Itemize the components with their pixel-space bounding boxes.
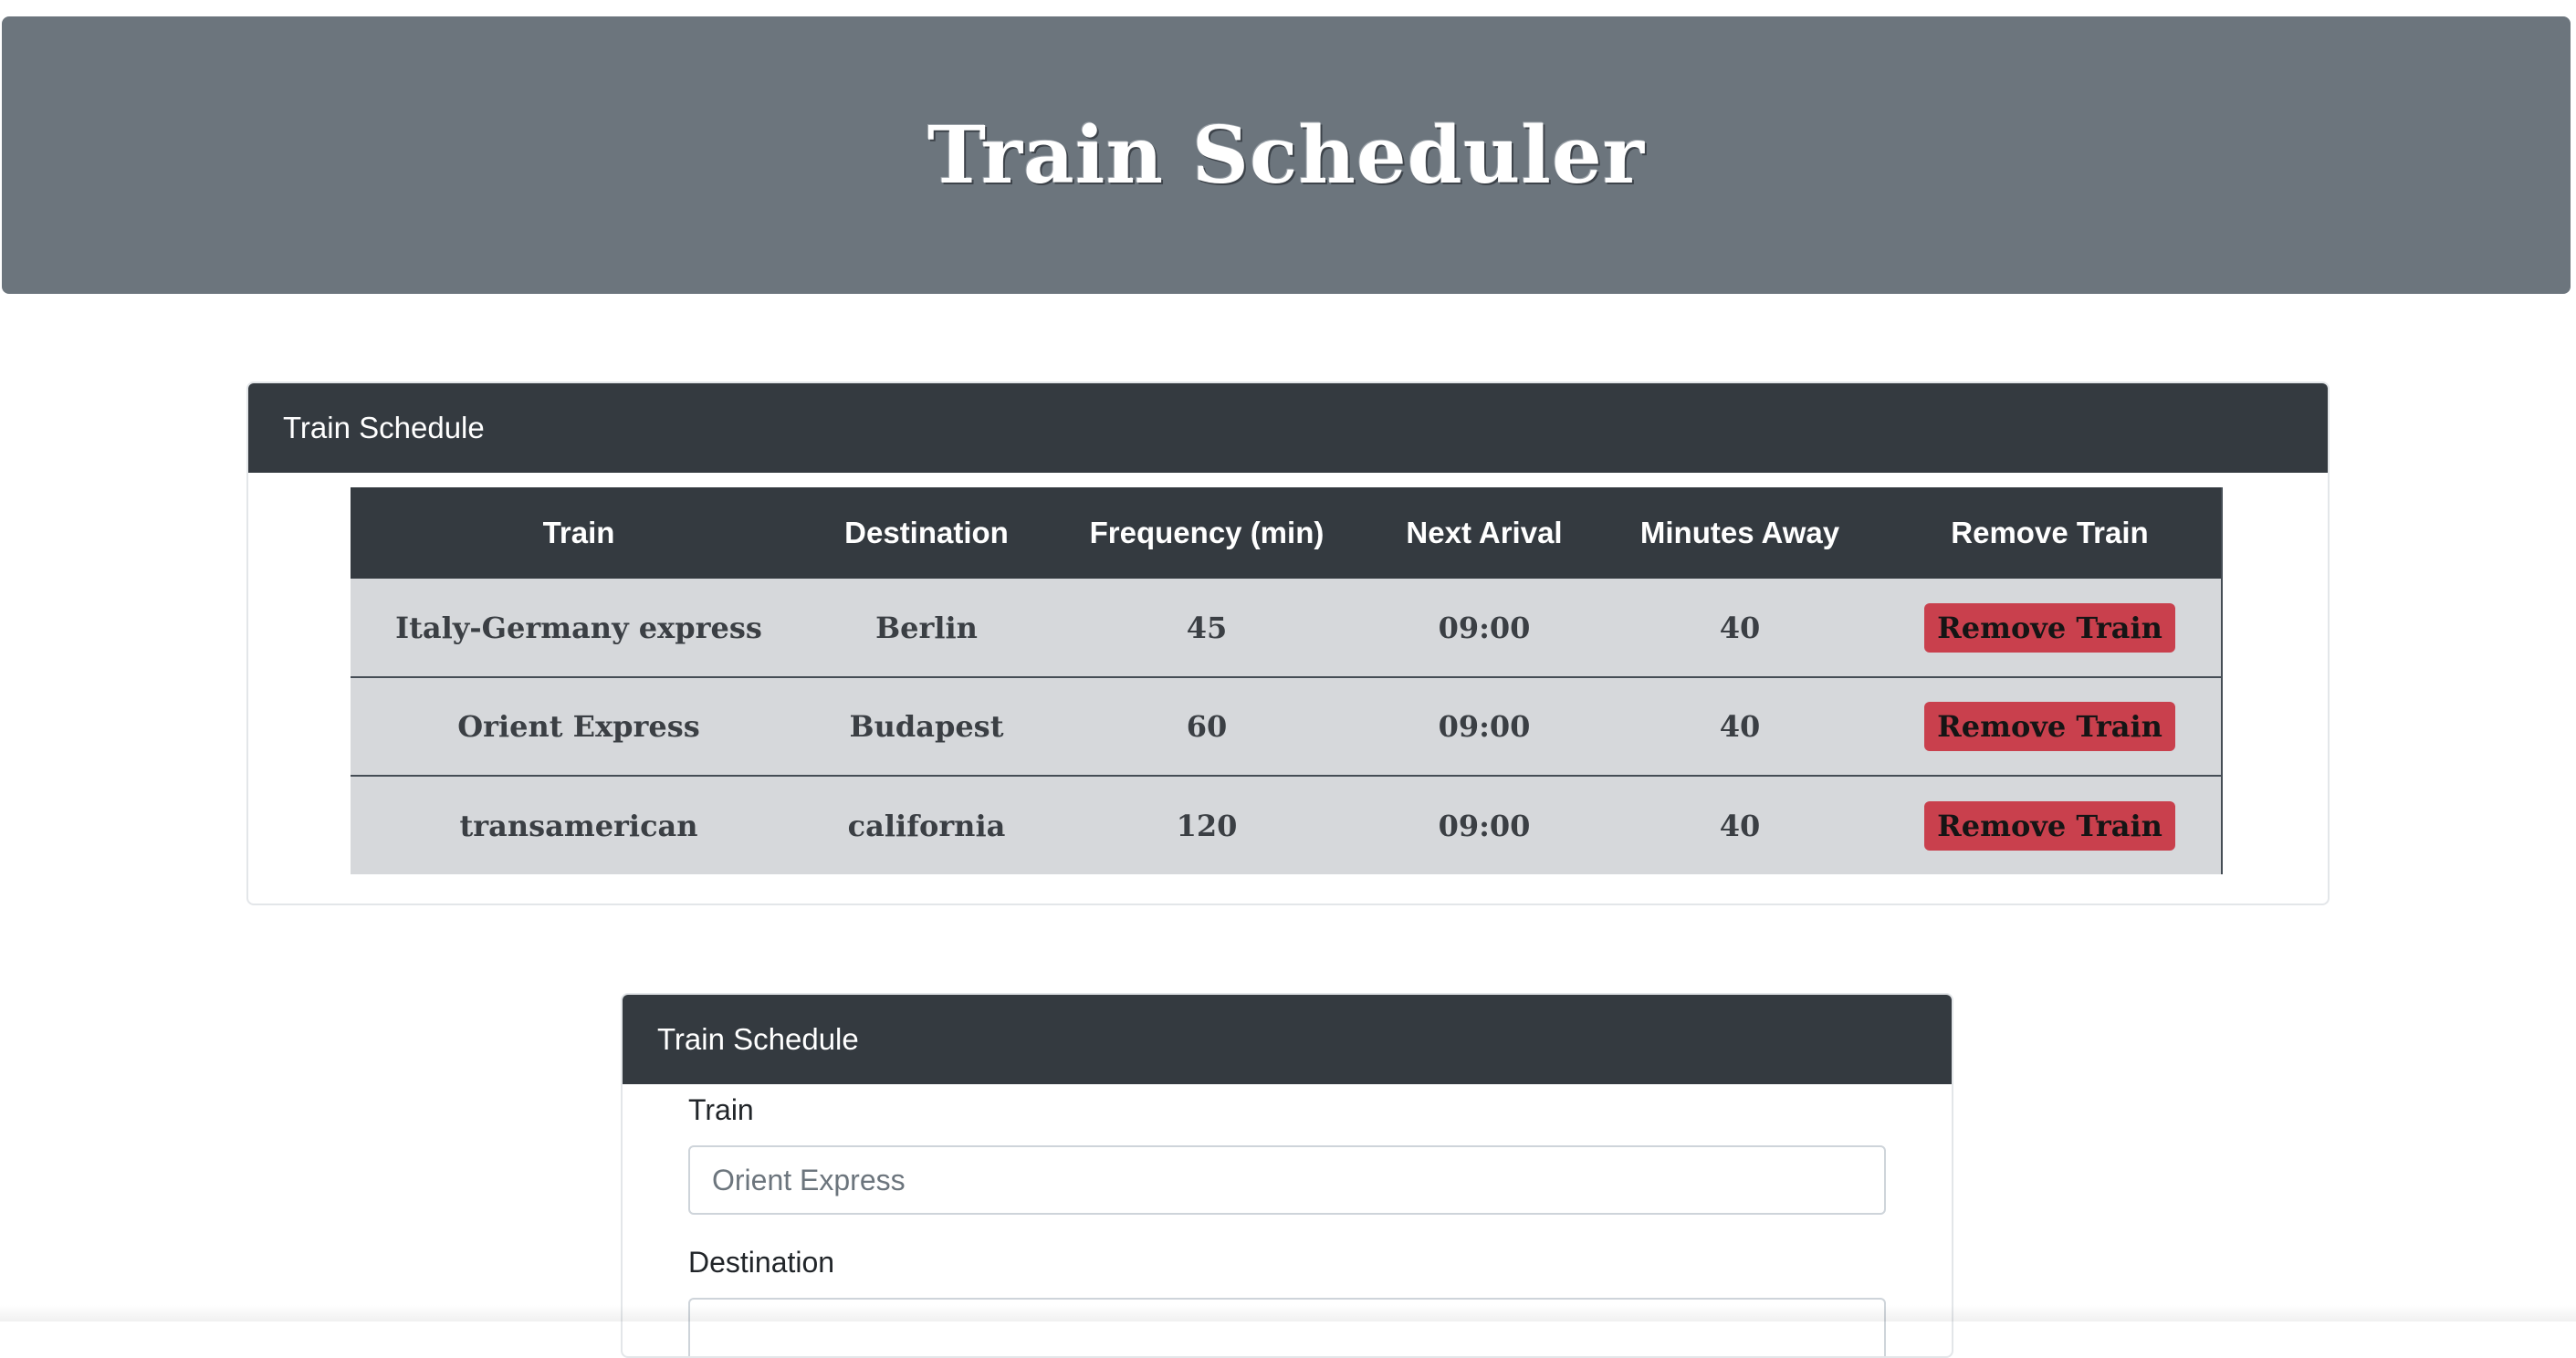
schedule-table: Train Destination Frequency (min) Next A… — [351, 487, 2223, 874]
remove-train-button[interactable]: Remove Train — [1924, 602, 2175, 653]
page-title: Train Scheduler — [927, 109, 1645, 202]
remove-cell: Remove Train — [1879, 579, 2222, 677]
minutes-away-cell: 40 — [1719, 808, 1761, 843]
minutes-away-cell: 40 — [1719, 610, 1761, 645]
page-banner: Train Scheduler — [2, 16, 2571, 294]
table-row: Orient Express Budapest 60 09:00 40 Remo… — [351, 677, 2222, 776]
remove-cell: Remove Train — [1879, 776, 2222, 874]
column-header-remove-train: Remove Train — [1951, 516, 2149, 549]
remove-train-button[interactable]: Remove Train — [1924, 702, 2175, 751]
column-header-destination: Destination — [844, 516, 1009, 549]
add-train-form-card: Train Schedule Train Destination — [621, 993, 1953, 1358]
column-header-minutes-away: Minutes Away — [1639, 516, 1840, 549]
schedule-card: Train Schedule Train Destination Frequen… — [246, 381, 2330, 905]
viewport-bottom-shadow — [0, 1305, 2576, 1321]
frequency-cell: 120 — [1176, 808, 1238, 843]
remove-train-button[interactable]: Remove Train — [1924, 800, 2175, 851]
frequency-cell: 60 — [1186, 709, 1228, 744]
train-name-cell: Orient Express — [457, 709, 700, 744]
table-header-row: Train Destination Frequency (min) Next A… — [351, 487, 2222, 579]
train-field-label: Train — [688, 1093, 754, 1126]
train-name-input[interactable] — [688, 1145, 1886, 1215]
destination-field-label: Destination — [688, 1246, 835, 1279]
frequency-cell: 45 — [1186, 610, 1228, 645]
column-header-train: Train — [542, 516, 615, 549]
destination-cell: Berlin — [875, 610, 978, 645]
schedule-card-header: Train Schedule — [248, 383, 2328, 473]
column-header-frequency: Frequency (min) — [1089, 516, 1325, 549]
destination-cell: california — [847, 808, 1006, 843]
train-name-cell: transamerican — [459, 808, 698, 843]
table-row: Italy-Germany express Berlin 45 09:00 40… — [351, 579, 2222, 677]
minutes-away-cell: 40 — [1719, 709, 1761, 744]
destination-cell: Budapest — [849, 709, 1004, 744]
remove-cell: Remove Train — [1879, 677, 2222, 776]
table-row: transamerican california 120 09:00 40 Re… — [351, 776, 2222, 874]
next-arrival-cell: 09:00 — [1438, 709, 1531, 744]
next-arrival-cell: 09:00 — [1438, 610, 1531, 645]
form-card-header: Train Schedule — [623, 995, 1952, 1084]
next-arrival-cell: 09:00 — [1438, 808, 1531, 843]
column-header-next-arrival: Next Arival — [1406, 516, 1563, 549]
train-name-cell: Italy-Germany express — [395, 610, 762, 645]
